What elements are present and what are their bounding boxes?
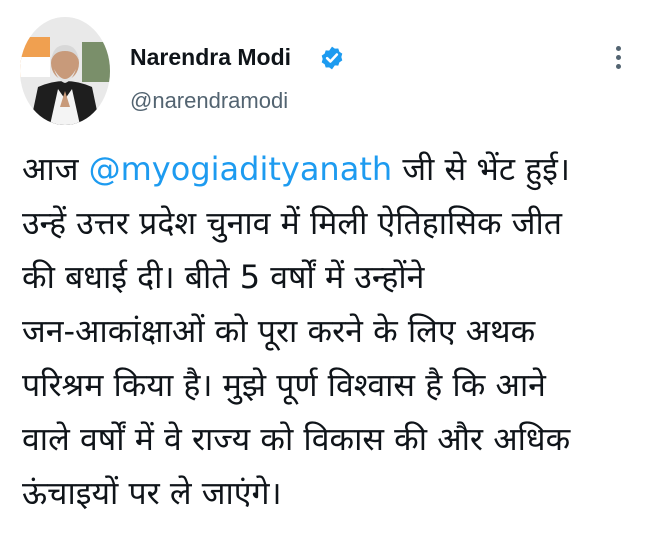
- tweet-text: आज @myogiadityanath जी से भेंट हुई। उन्ह…: [22, 142, 642, 520]
- mention-link[interactable]: @myogiadityanath: [89, 150, 393, 188]
- tweet-line: आज @myogiadityanath जी से भेंट हुई।: [22, 142, 642, 196]
- tweet-line: परिश्रम किया है। मुझे पूर्ण विश्वास है क…: [22, 366, 546, 404]
- tweet-line: वाले वर्षों में वे राज्य को विकास की और …: [22, 420, 571, 458]
- avatar[interactable]: [20, 17, 110, 125]
- tweet-line: ऊंचाइयों पर ले जाएंगे।: [22, 474, 282, 512]
- author-name[interactable]: Narendra Modi: [130, 44, 291, 71]
- tweet-card: Narendra Modi @narendramodi आज @myogiadi…: [0, 0, 650, 540]
- tweet-text-segment: आज: [22, 150, 89, 188]
- more-options-icon[interactable]: [606, 42, 630, 74]
- verified-badge-icon: [321, 46, 343, 70]
- tweet-line: जन-आकांक्षाओं को पूरा करने के लिए अथक: [22, 312, 536, 350]
- tweet-line: उन्हें उत्तर प्रदेश चुनाव में मिली ऐतिहा…: [22, 204, 562, 242]
- tweet-text-segment: जी से भेंट हुई।: [392, 150, 570, 188]
- author-handle[interactable]: @narendramodi: [130, 88, 288, 114]
- tweet-line: की बधाई दी। बीते 5 वर्षों में उन्होंने: [22, 258, 425, 296]
